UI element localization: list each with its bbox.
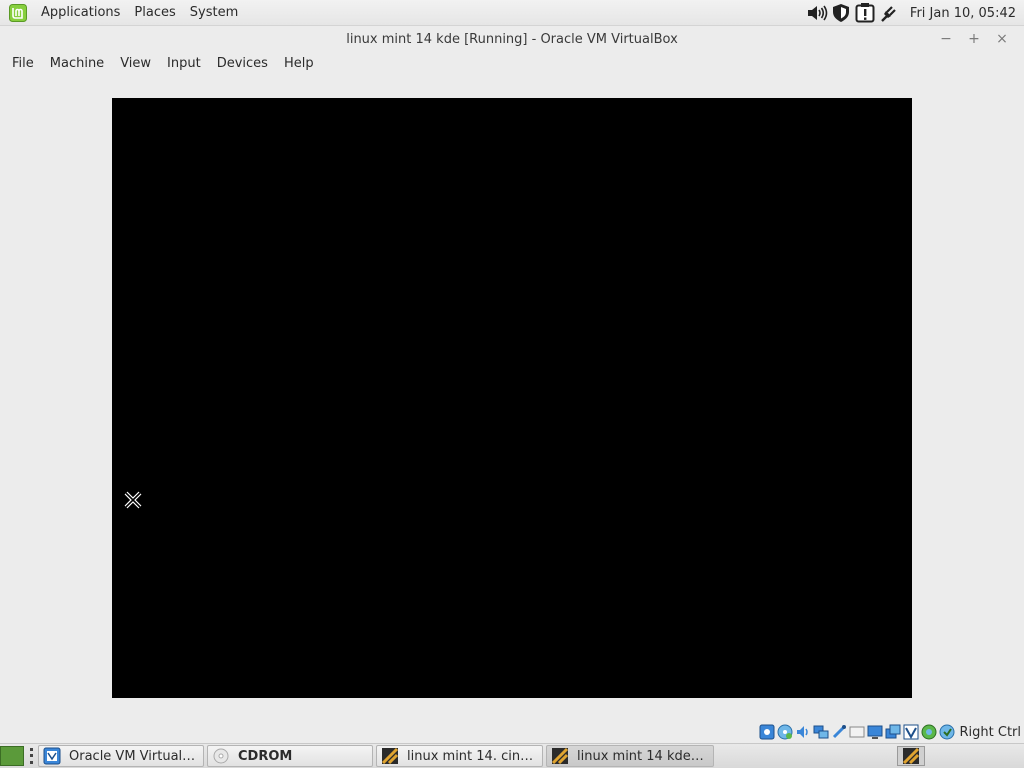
menu-help[interactable]: Help: [276, 56, 322, 71]
menu-bar: File Machine View Input Devices Help: [0, 52, 1024, 74]
display-icon[interactable]: [867, 724, 883, 740]
network-adapter-icon[interactable]: [813, 724, 829, 740]
shield-icon[interactable]: [830, 2, 852, 24]
clock[interactable]: Fri Jan 10, 05:42: [910, 6, 1016, 21]
vm-status-bar: Right Ctrl: [0, 722, 1024, 742]
cdrom-icon: [212, 747, 230, 765]
video-capture-icon[interactable]: [885, 724, 901, 740]
workspace-switcher[interactable]: [897, 746, 925, 766]
volume-icon[interactable]: [806, 2, 828, 24]
task-cdrom[interactable]: CDROM: [207, 745, 373, 767]
usb-icon[interactable]: [831, 724, 847, 740]
virtualbox-vm-icon: [551, 747, 569, 765]
optical-drive-icon[interactable]: [777, 724, 793, 740]
show-desktop-button[interactable]: [0, 746, 24, 766]
linux-mint-menu-icon[interactable]: [9, 3, 27, 22]
applications-menu[interactable]: Applications: [34, 5, 127, 20]
vm-display[interactable]: [112, 98, 912, 698]
window-title-bar[interactable]: linux mint 14 kde [Running] - Oracle VM …: [0, 26, 1024, 52]
task-label: CDROM: [238, 748, 293, 764]
menu-devices[interactable]: Devices: [209, 56, 276, 71]
minimize-button[interactable]: −: [932, 26, 960, 52]
menu-machine[interactable]: Machine: [42, 56, 112, 71]
host-key-label[interactable]: Right Ctrl: [960, 725, 1022, 740]
taskbar: Oracle VM VirtualB… CDROM linux mint 14.…: [0, 743, 1024, 768]
hard-disk-icon[interactable]: [759, 724, 775, 740]
taskbar-grip[interactable]: [27, 746, 35, 766]
mouse-integration-icon[interactable]: [921, 724, 937, 740]
places-menu[interactable]: Places: [127, 5, 182, 20]
virtualbox-vm-icon: [381, 747, 399, 765]
system-tray: Fri Jan 10, 05:42: [806, 0, 1024, 26]
virtualization-icon[interactable]: [903, 724, 919, 740]
audio-icon[interactable]: [795, 724, 811, 740]
window-title: linux mint 14 kde [Running] - Oracle VM …: [346, 31, 678, 47]
maximize-button[interactable]: +: [960, 26, 988, 52]
task-linux-mint-14-kde[interactable]: linux mint 14 kde [R...: [546, 745, 714, 767]
task-label: linux mint 14. cinn [...: [407, 748, 536, 764]
task-oracle-vm-virtualbox[interactable]: Oracle VM VirtualB…: [38, 745, 204, 767]
menu-file[interactable]: File: [4, 56, 42, 71]
update-icon[interactable]: [854, 2, 876, 24]
network-icon[interactable]: [878, 2, 900, 24]
window-controls: − + ×: [932, 26, 1016, 52]
shared-folders-icon[interactable]: [849, 724, 865, 740]
close-button[interactable]: ×: [988, 26, 1016, 52]
menu-view[interactable]: View: [112, 56, 159, 71]
task-label: linux mint 14 kde [R...: [577, 748, 707, 764]
x-cursor-icon: [124, 491, 142, 509]
menu-input[interactable]: Input: [159, 56, 209, 71]
keyboard-capture-icon[interactable]: [939, 724, 955, 740]
virtualbox-manager-icon: [43, 747, 61, 765]
top-panel: Applications Places System Fri Jan 10, 0…: [0, 0, 1024, 26]
system-menu[interactable]: System: [183, 5, 245, 20]
task-linux-mint-14-cinn[interactable]: linux mint 14. cinn [...: [376, 745, 543, 767]
task-label: Oracle VM VirtualB…: [69, 748, 197, 764]
